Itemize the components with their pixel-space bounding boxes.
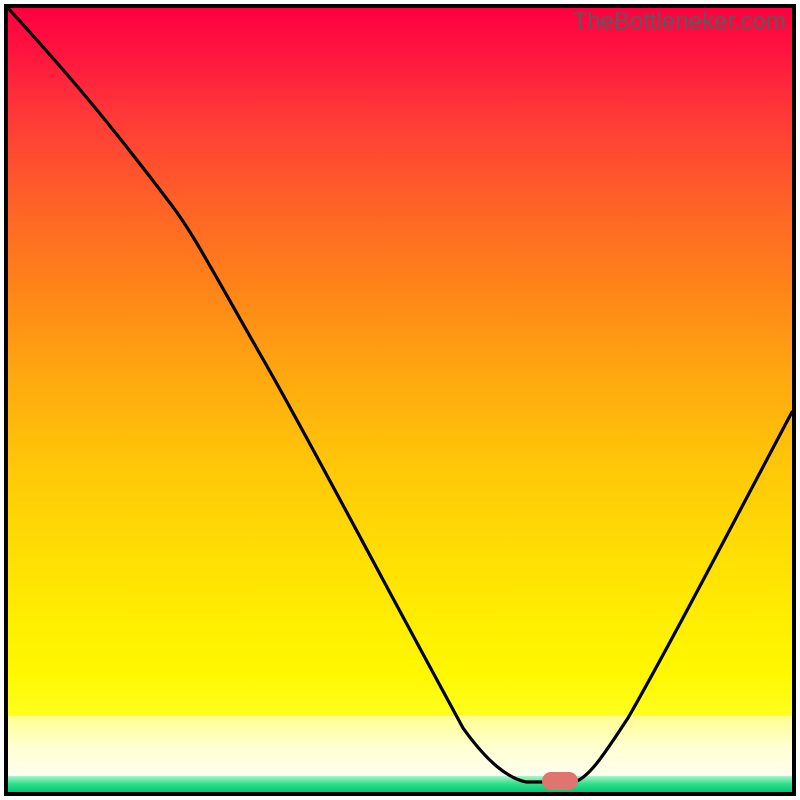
background-pale-band	[8, 716, 792, 776]
background-gradient	[8, 8, 792, 716]
chart-stage: TheBottleneker.com	[0, 0, 800, 800]
optimal-marker	[542, 772, 578, 790]
background-green-strip	[8, 776, 792, 792]
watermark-text: TheBottleneker.com	[573, 8, 786, 36]
chart-frame: TheBottleneker.com	[4, 4, 796, 796]
